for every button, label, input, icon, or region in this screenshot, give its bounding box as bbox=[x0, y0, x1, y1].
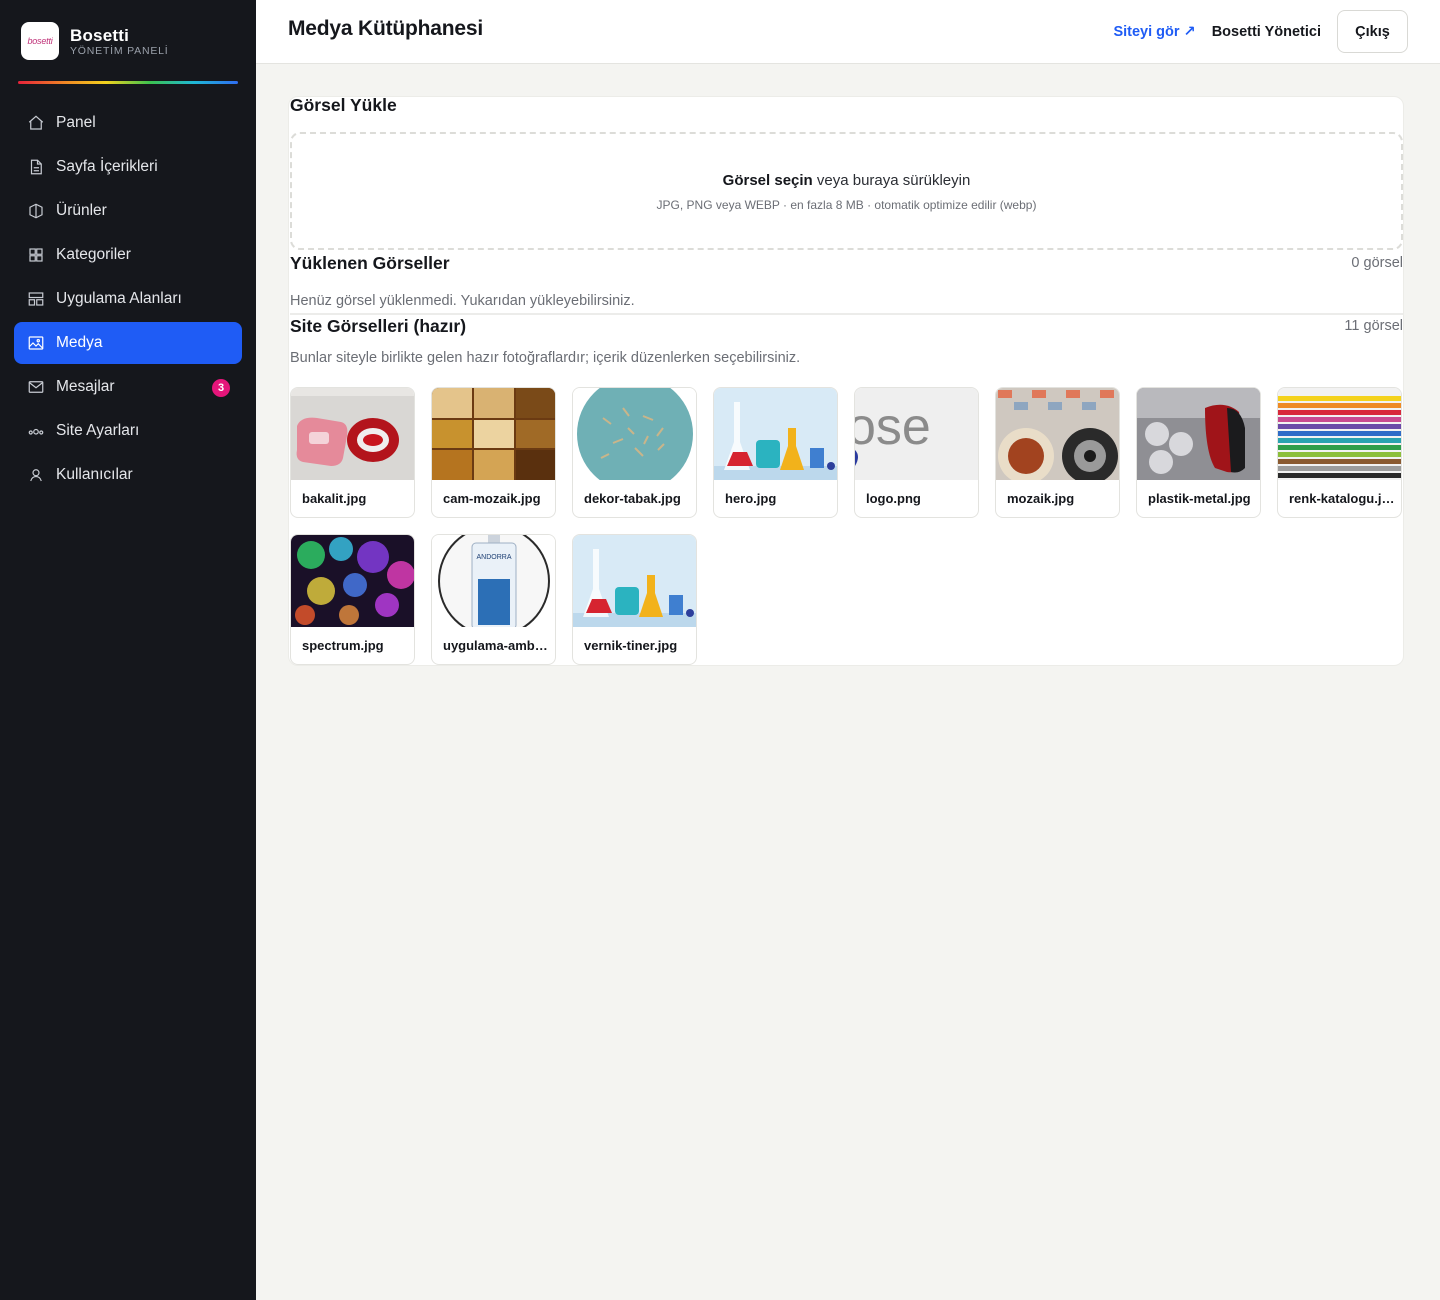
media-tile[interactable]: vernik-tiner.jpg bbox=[572, 534, 697, 665]
sidebar-item-panel[interactable]: Panel bbox=[14, 102, 242, 144]
sidebar-item-site-ayarlari[interactable]: Site Ayarları bbox=[14, 410, 242, 452]
drag-hint: veya buraya sürükleyin bbox=[816, 172, 971, 189]
media-tile[interactable]: ANDORRA uygulama-ambalaj.jpg bbox=[431, 534, 556, 665]
media-tile[interactable]: hero.jpg bbox=[713, 387, 838, 518]
page-title: Medya Kütüphanesi bbox=[288, 17, 483, 40]
sidebar: bosetti Bosetti YÖNETİM PANELİ Panel Say… bbox=[0, 0, 256, 1300]
settings-icon bbox=[26, 421, 46, 441]
file-name: uygulama-ambalaj.jpg bbox=[443, 638, 549, 653]
image-preview bbox=[714, 388, 837, 480]
uploaded-section-title: Yüklenen Görseller bbox=[290, 253, 450, 273]
svg-text:ANDORRA: ANDORRA bbox=[476, 554, 511, 561]
sidebar-item-kullanicilar[interactable]: Kullanıcılar bbox=[14, 454, 242, 496]
media-tile[interactable]: dekor-tabak.jpg bbox=[572, 387, 697, 518]
brand[interactable]: bosetti Bosetti YÖNETİM PANELİ bbox=[21, 22, 169, 60]
media-card: Görsel Yükle Görsel seçin veya buraya sü… bbox=[288, 95, 1404, 666]
grid-icon bbox=[26, 245, 46, 265]
file-name: mozaik.jpg bbox=[1007, 491, 1075, 506]
unread-badge: 3 bbox=[212, 379, 230, 397]
upload-dropzone[interactable]: Görsel seçin veya buraya sürükleyin JPG,… bbox=[290, 132, 1403, 250]
sidebar-item-mesajlar[interactable]: Mesajlar 3 bbox=[14, 366, 242, 408]
image-preview bbox=[573, 388, 696, 480]
sidebar-item-label: Panel bbox=[56, 114, 96, 131]
view-site-link[interactable]: Siteyi gör ↗ bbox=[1113, 24, 1195, 40]
media-tile[interactable]: mozaik.jpg bbox=[995, 387, 1120, 518]
home-icon bbox=[26, 113, 46, 133]
image-icon bbox=[26, 333, 46, 353]
section-divider bbox=[290, 313, 1403, 315]
image-preview bbox=[432, 388, 555, 480]
brand-name: Bosetti bbox=[70, 25, 130, 45]
uploaded-empty-text: Henüz görsel yüklenmedi. Yukarıdan yükle… bbox=[290, 293, 635, 309]
file-name: hero.jpg bbox=[725, 491, 777, 506]
file-name: cam-mozaik.jpg bbox=[443, 491, 541, 506]
sidebar-item-urunler[interactable]: Ürünler bbox=[14, 190, 242, 232]
select-image-link[interactable]: Görsel seçin bbox=[723, 172, 813, 189]
image-preview bbox=[291, 535, 414, 627]
image-preview bbox=[1278, 388, 1401, 480]
brand-divider bbox=[18, 81, 238, 84]
file-name: renk-katalogu.jpg bbox=[1289, 491, 1395, 506]
sidebar-item-kategoriler[interactable]: Kategoriler bbox=[14, 234, 242, 276]
uploaded-count: 0 görsel bbox=[1351, 255, 1403, 271]
media-tile[interactable]: ose logo.png bbox=[854, 387, 979, 518]
media-tile[interactable]: renk-katalogu.jpg bbox=[1277, 387, 1402, 518]
sidebar-item-label: Ürünler bbox=[56, 202, 107, 219]
sidebar-item-medya[interactable]: Medya bbox=[14, 322, 242, 364]
brand-text: Bosetti YÖNETİM PANELİ bbox=[70, 26, 169, 57]
brand-subtitle: YÖNETİM PANELİ bbox=[70, 44, 169, 57]
sidebar-item-label: Medya bbox=[56, 334, 103, 351]
image-preview bbox=[291, 388, 414, 480]
sidebar-item-label: Kategoriler bbox=[56, 246, 131, 263]
image-preview: ose bbox=[855, 388, 978, 480]
site-images-description: Bunlar siteyle birlikte gelen hazır foto… bbox=[290, 350, 801, 366]
media-tile[interactable]: cam-mozaik.jpg bbox=[431, 387, 556, 518]
file-name: vernik-tiner.jpg bbox=[584, 638, 678, 653]
sidebar-item-label: Uygulama Alanları bbox=[56, 290, 182, 307]
dropzone-label: Görsel seçin veya buraya sürükleyin bbox=[292, 172, 1401, 189]
site-images-count: 11 görsel bbox=[1344, 318, 1403, 334]
file-name: dekor-tabak.jpg bbox=[584, 491, 681, 506]
upload-section-title: Görsel Yükle bbox=[290, 95, 397, 115]
document-icon bbox=[26, 157, 46, 177]
brand-logo: bosetti bbox=[21, 22, 59, 60]
top-header: Medya Kütüphanesi Siteyi gör ↗ Bosetti Y… bbox=[256, 0, 1440, 64]
site-images-title: Site Görselleri (hazır) bbox=[290, 316, 467, 336]
sidebar-item-sayfa-icerikleri[interactable]: Sayfa İçerikleri bbox=[14, 146, 242, 188]
logout-button[interactable]: Çıkış bbox=[1337, 10, 1408, 53]
user-icon bbox=[26, 465, 46, 485]
upload-constraints: JPG, PNG veya WEBP · en fazla 8 MB · oto… bbox=[656, 198, 1037, 212]
file-name: plastik-metal.jpg bbox=[1148, 491, 1251, 506]
mail-icon bbox=[26, 377, 46, 397]
file-name: logo.png bbox=[866, 491, 921, 506]
layout-icon bbox=[26, 289, 46, 309]
header-actions: Siteyi gör ↗ Bosetti Yönetici Çıkış bbox=[1113, 10, 1408, 53]
sidebar-item-label: Site Ayarları bbox=[56, 422, 140, 439]
media-tile[interactable]: bakalit.jpg bbox=[290, 387, 415, 518]
image-preview bbox=[573, 535, 696, 627]
svg-text:ose: ose bbox=[855, 398, 931, 456]
sidebar-item-label: Sayfa İçerikleri bbox=[56, 158, 158, 175]
media-tile[interactable]: spectrum.jpg bbox=[290, 534, 415, 665]
image-preview bbox=[996, 388, 1119, 480]
sidebar-nav: Panel Sayfa İçerikleri Ürünler Kategoril… bbox=[14, 102, 242, 498]
sidebar-item-label: Mesajlar bbox=[56, 378, 115, 395]
file-name: spectrum.jpg bbox=[302, 638, 384, 653]
sidebar-item-label: Kullanıcılar bbox=[56, 466, 133, 483]
image-preview: ANDORRA bbox=[432, 535, 555, 627]
media-tile[interactable]: plastik-metal.jpg bbox=[1136, 387, 1261, 518]
box-icon bbox=[26, 201, 46, 221]
current-user: Bosetti Yönetici bbox=[1211, 23, 1321, 40]
image-preview bbox=[1137, 388, 1260, 480]
sidebar-item-uygulama-alanlari[interactable]: Uygulama Alanları bbox=[14, 278, 242, 320]
file-name: bakalit.jpg bbox=[302, 491, 367, 506]
